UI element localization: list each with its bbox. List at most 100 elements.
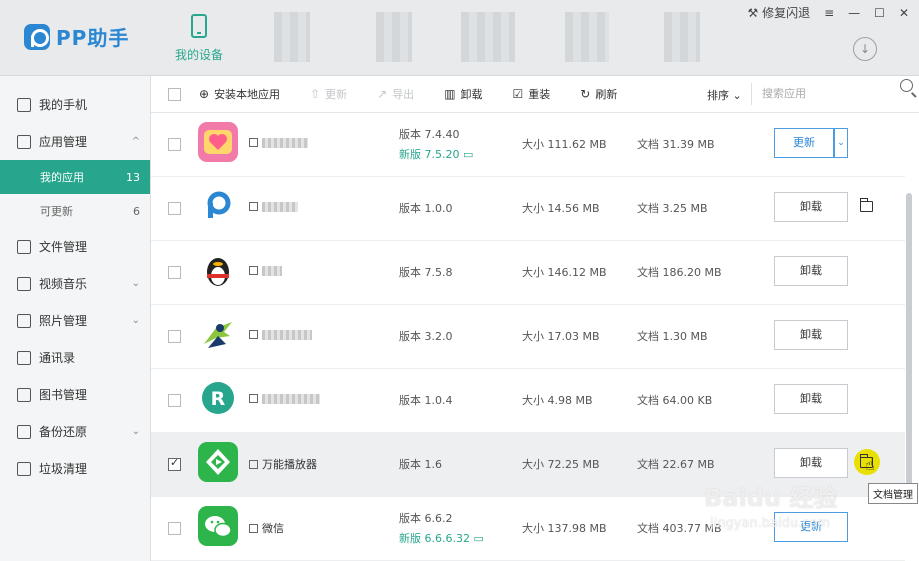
phone-icon (17, 97, 31, 112)
uninstall-app-button[interactable]: 卸载 (774, 192, 848, 222)
photo-icon (17, 313, 31, 328)
update-label: 更新 (325, 88, 348, 101)
app-version: 版本 1.6 (399, 458, 442, 471)
folder-icon (17, 239, 31, 254)
app-name (249, 392, 320, 405)
reinstall-icon: ☑ (512, 87, 524, 101)
sort-dropdown[interactable]: 排序 ⌄ (707, 87, 742, 103)
app-logo[interactable]: PP助手 (24, 22, 129, 51)
sidebar-item-contacts[interactable]: 通讯录 (0, 339, 150, 376)
svg-text:R: R (211, 388, 226, 410)
sidebar-item-books[interactable]: 图书管理 (0, 376, 150, 413)
search-input[interactable]: 搜索应用 (751, 83, 911, 105)
repair-button[interactable]: ⚒ 修复闪退 (748, 4, 811, 21)
app-size: 大小 137.98 MB (522, 522, 607, 535)
app-name: 微信 (249, 520, 284, 536)
sidebar-item-photos[interactable]: 照片管理 ⌄ (0, 302, 150, 339)
wrench-icon: ⚒ (747, 6, 759, 20)
app-docs-size: 文档 22.67 MB (637, 458, 715, 471)
trash-icon: ▥ (444, 87, 456, 101)
menu-button[interactable]: ≡ (824, 6, 834, 20)
refresh-button[interactable]: ↻ 刷新 (580, 86, 617, 102)
uninstall-button[interactable]: ▥ 卸载 (444, 86, 482, 102)
app-icon-wechat (198, 506, 238, 546)
sidebar-item-video-music[interactable]: 视频音乐 ⌄ (0, 265, 150, 302)
blurred-app-name (262, 202, 298, 212)
video-icon (17, 276, 31, 291)
blurred-nav-item (274, 12, 310, 62)
minimize-button[interactable]: — (848, 6, 860, 20)
row-checkbox[interactable] (168, 394, 181, 407)
blurred-nav-item (664, 12, 700, 62)
plus-circle-icon: ⊕ (199, 87, 210, 101)
reinstall-label: 重装 (528, 88, 551, 101)
app-tag-icon (249, 394, 258, 403)
update-button[interactable]: ⇧ 更新 (310, 86, 347, 102)
maximize-button[interactable]: ☐ (874, 6, 885, 20)
sort-label: 排序 (707, 89, 729, 102)
search-icon[interactable] (900, 79, 913, 92)
app-tag-icon (249, 524, 258, 533)
app-version: 版本 3.2.0 (399, 330, 453, 343)
sidebar-item-cleanup[interactable]: 垃圾清理 (0, 450, 150, 487)
app-row[interactable]: 版本 3.2.0 大小 17.03 MB 文档 1.30 MB 卸载 (151, 305, 905, 369)
contacts-icon (17, 350, 31, 365)
install-local-app-button[interactable]: ⊕ 安装本地应用 (199, 86, 280, 102)
new-version-text: 新版 7.5.20 (399, 148, 460, 161)
uninstall-app-button[interactable]: 卸载 (774, 448, 848, 478)
refresh-icon: ↻ (580, 87, 591, 101)
sidebar-item-my-phone[interactable]: 我的手机 (0, 86, 150, 123)
row-checkbox[interactable] (168, 138, 181, 151)
app-row[interactable]: 版本 7.5.8 大小 146.12 MB 文档 186.20 MB 卸载 (151, 241, 905, 305)
pp-logo-icon (24, 23, 50, 50)
sidebar-item-label: 应用管理 (39, 135, 88, 149)
blurred-app-name (262, 266, 282, 276)
blurred-nav-item (376, 12, 412, 62)
sidebar-item-file-management[interactable]: 文件管理 (0, 228, 150, 265)
scrollbar-thumb[interactable] (906, 193, 912, 493)
app-row[interactable]: 版本 1.0.0 大小 14.56 MB 文档 3.25 MB 卸载 (151, 177, 905, 241)
changelog-icon[interactable]: ▭ (473, 532, 483, 545)
sidebar-item-my-apps[interactable]: 我的应用 13 (0, 160, 150, 194)
app-version: 版本 7.5.8 (399, 266, 453, 279)
app-size: 大小 4.98 MB (522, 394, 593, 407)
app-new-version: 新版 7.5.20 ▭ (399, 146, 473, 162)
export-label: 导出 (392, 88, 415, 101)
app-name (249, 200, 298, 213)
upload-icon: ⇧ (310, 87, 321, 101)
app-docs-size: 文档 31.39 MB (637, 138, 715, 151)
app-icon-heart (198, 122, 238, 162)
row-checkbox[interactable] (168, 266, 181, 279)
export-button[interactable]: ↗ 导出 (377, 86, 414, 102)
reinstall-button[interactable]: ☑ 重装 (513, 86, 551, 102)
uninstall-app-button[interactable]: 卸载 (774, 256, 848, 286)
nav-my-device[interactable]: 我的设备 (168, 14, 230, 63)
sidebar-item-updatable[interactable]: 可更新 6 (0, 194, 150, 228)
sidebar-item-app-management[interactable]: 应用管理 ^ (0, 123, 150, 160)
app-icon-r: R (198, 378, 238, 418)
sidebar-item-backup[interactable]: 备份还原 ⌄ (0, 413, 150, 450)
update-app-button[interactable]: 更新 (774, 128, 834, 158)
download-icon[interactable]: ↓ (853, 37, 877, 61)
uninstall-app-button[interactable]: 卸载 (774, 384, 848, 414)
app-tag-icon (249, 266, 258, 275)
update-options-chevron-icon[interactable]: ⌄ (834, 128, 848, 158)
nav-my-device-label: 我的设备 (174, 48, 223, 62)
app-name-text: 万能播放器 (262, 458, 317, 471)
sidebar-item-label: 视频音乐 (39, 277, 88, 291)
row-checkbox-checked[interactable] (168, 456, 181, 471)
row-checkbox[interactable] (168, 330, 181, 343)
folder-icon[interactable] (860, 198, 873, 212)
row-checkbox[interactable] (168, 522, 181, 535)
app-name (249, 136, 308, 149)
app-header: PP助手 我的设备 ⚒ 修复闪退 ≡ — ☐ ✕ ↓ (0, 0, 919, 76)
app-row[interactable]: 版本 7.4.40 新版 7.5.20 ▭ 大小 111.62 MB 文档 31… (151, 113, 905, 177)
uninstall-app-button[interactable]: 卸载 (774, 320, 848, 350)
row-checkbox[interactable] (168, 202, 181, 215)
select-all-checkbox[interactable] (168, 87, 181, 101)
app-row[interactable]: R 版本 1.0.4 大小 4.98 MB 文档 64.00 KB 卸载 (151, 369, 905, 433)
blurred-app-name (262, 330, 312, 340)
changelog-icon[interactable]: ▭ (463, 148, 473, 161)
update-count-badge: 6 (133, 204, 140, 218)
close-button[interactable]: ✕ (899, 6, 909, 20)
